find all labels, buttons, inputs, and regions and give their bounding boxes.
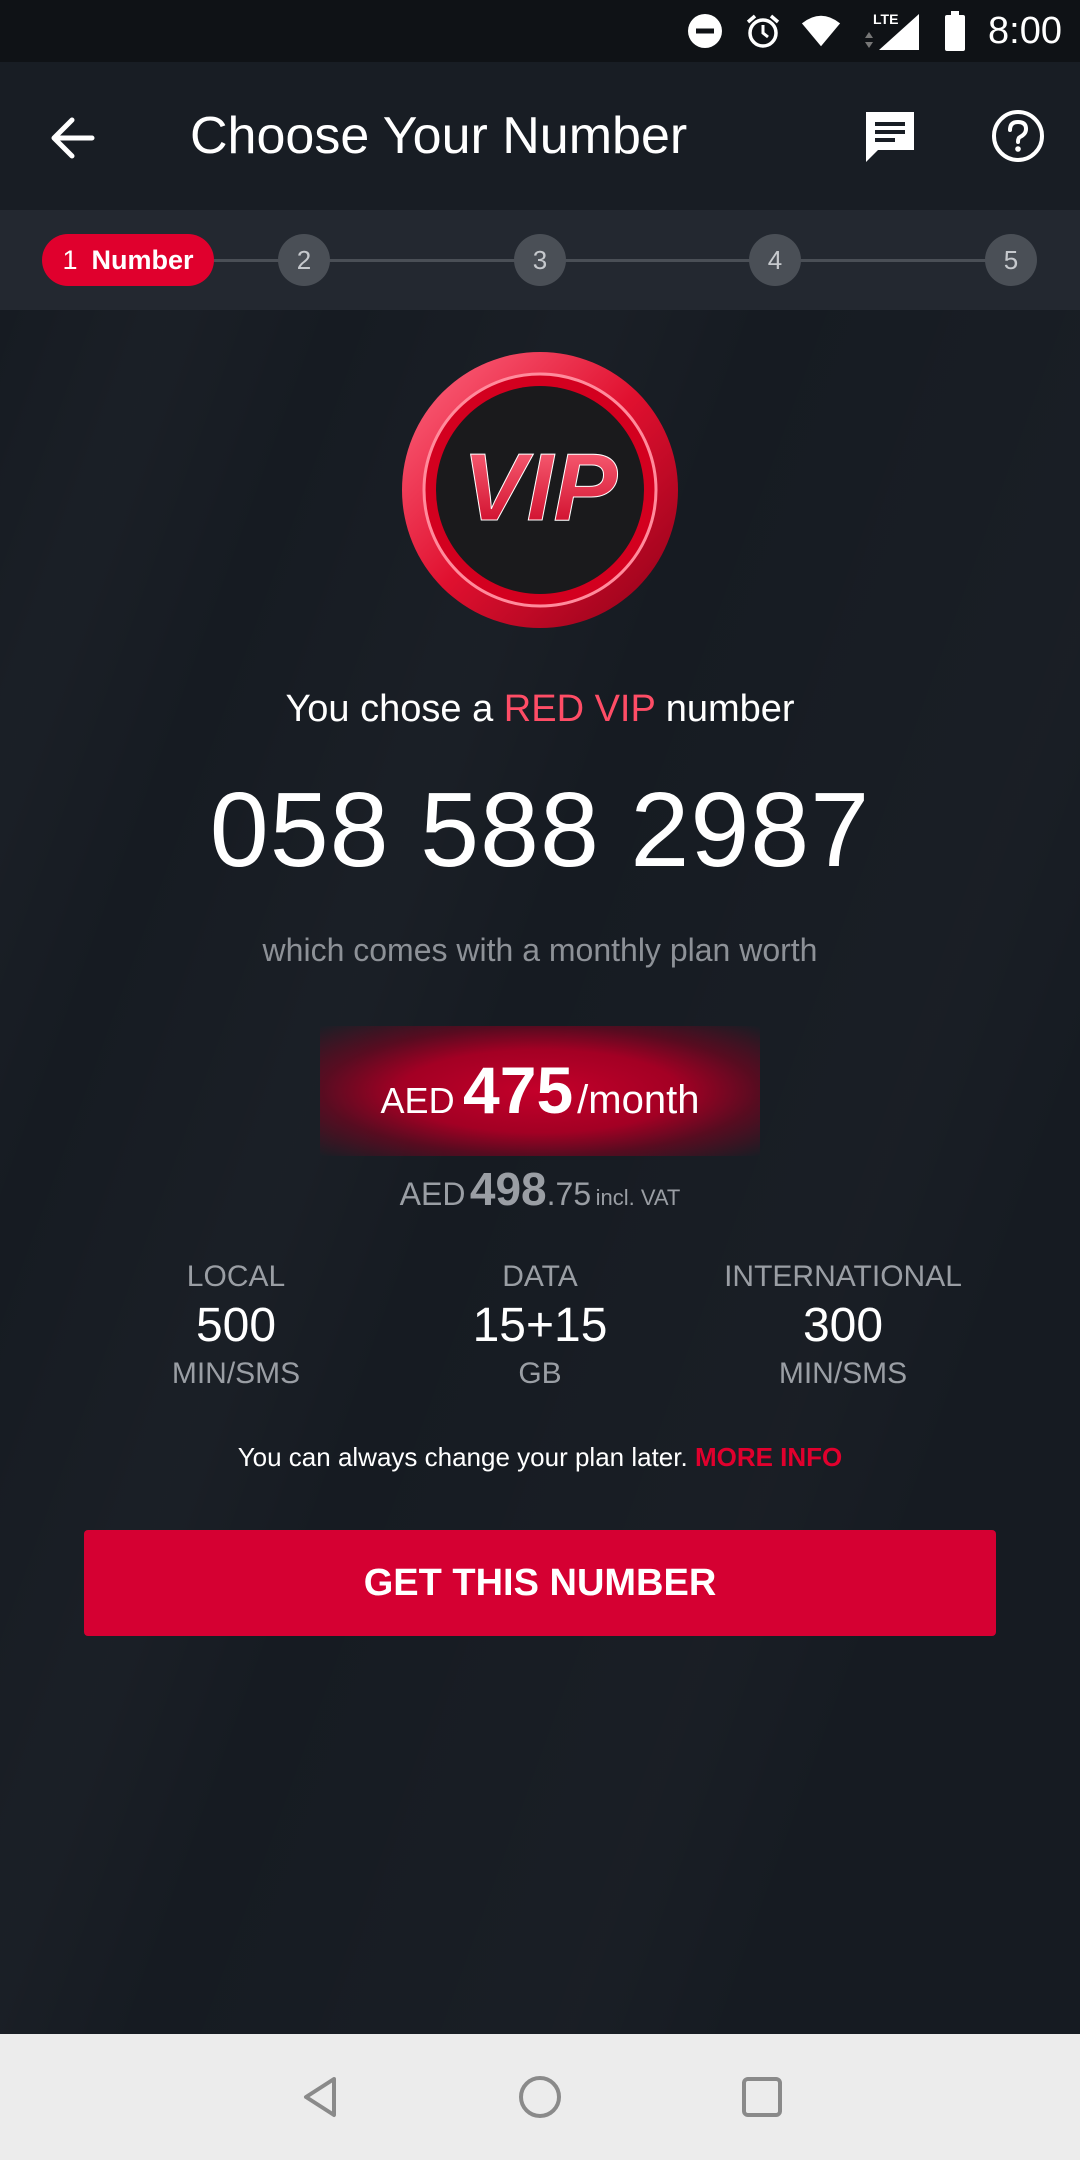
step-4: 4 (749, 234, 801, 286)
nav-back-icon[interactable] (296, 2073, 344, 2121)
plan-worth-text: which comes with a monthly plan worth (262, 932, 818, 968)
change-plan-note: You can always change your plan later. M… (0, 1442, 1080, 1473)
status-time: 8:00 (988, 9, 1062, 52)
feature-unit: MIN/SMS (778, 1357, 908, 1390)
nav-home-icon[interactable] (516, 2073, 564, 2121)
system-nav-bar (0, 2034, 1080, 2160)
chose-prefix: You chose a (285, 688, 494, 730)
wifi-icon (800, 10, 842, 52)
chose-suffix: number (665, 688, 795, 730)
signal-icon: LTE (858, 10, 924, 52)
do-not-disturb-icon (684, 10, 726, 52)
vip-badge-icon: VIP (400, 350, 680, 630)
step-2: 2 (278, 234, 330, 286)
step-5: 5 (985, 234, 1037, 286)
step-1-label: Number (91, 244, 194, 275)
feature-value: 500 (195, 1299, 277, 1352)
step-3: 3 (514, 234, 566, 286)
feature-label: INTERNATIONAL (724, 1260, 962, 1293)
price-period: /month (577, 1078, 700, 1122)
feature-label: DATA (502, 1260, 578, 1293)
back-arrow-icon[interactable] (44, 108, 104, 168)
vat-label: incl. VAT (595, 1185, 681, 1210)
price-currency: AED (380, 1080, 455, 1121)
status-bar: LTE 8:00 (0, 0, 1080, 62)
more-info-link[interactable]: MORE INFO (695, 1442, 842, 1472)
vat-decimals: .75 (546, 1176, 592, 1212)
network-type-label: LTE (873, 11, 898, 27)
feature-unit: GB (518, 1357, 562, 1390)
feature-data: DATA 15+15 GB (390, 1260, 690, 1391)
chose-line: You chose a RED VIP number (0, 688, 1080, 731)
feature-local: LOCAL 500 MIN/SMS (86, 1260, 386, 1391)
help-icon[interactable] (990, 108, 1046, 164)
monthly-price: AED 475/month (0, 1052, 1080, 1128)
stepper-line (210, 259, 1010, 262)
chat-icon[interactable] (860, 106, 920, 166)
battery-icon (940, 10, 970, 52)
app-bar: Choose Your Number (0, 62, 1080, 210)
vip-badge-text: VIP (463, 434, 619, 541)
alarm-icon (742, 10, 784, 52)
phone-number: 058 588 2987 (209, 771, 871, 889)
get-this-number-button[interactable]: GET THIS NUMBER (84, 1530, 996, 1636)
step-1-number: 1 (62, 244, 78, 275)
feature-international: INTERNATIONAL 300 MIN/SMS (693, 1260, 993, 1391)
price-amount: 475 (463, 1053, 574, 1127)
price-incl-vat: AED 498.75 incl. VAT (0, 1162, 1080, 1216)
page-title: Choose Your Number (190, 107, 688, 165)
chose-highlight: RED VIP (503, 688, 656, 730)
progress-stepper: 1 Number 2 3 4 5 (0, 210, 1080, 310)
feature-unit: MIN/SMS (171, 1357, 301, 1390)
feature-label: LOCAL (186, 1260, 286, 1293)
vat-currency: AED (399, 1176, 466, 1212)
nav-recents-icon[interactable] (738, 2073, 786, 2121)
feature-value: 300 (802, 1299, 884, 1352)
main-content: VIP You chose a RED VIP number 058 588 2… (0, 310, 1080, 2034)
vat-amount: 498 (469, 1163, 547, 1215)
step-1-active: 1 Number (42, 234, 214, 286)
change-plan-text: You can always change your plan later. (237, 1442, 688, 1472)
feature-value: 15+15 (472, 1299, 608, 1352)
